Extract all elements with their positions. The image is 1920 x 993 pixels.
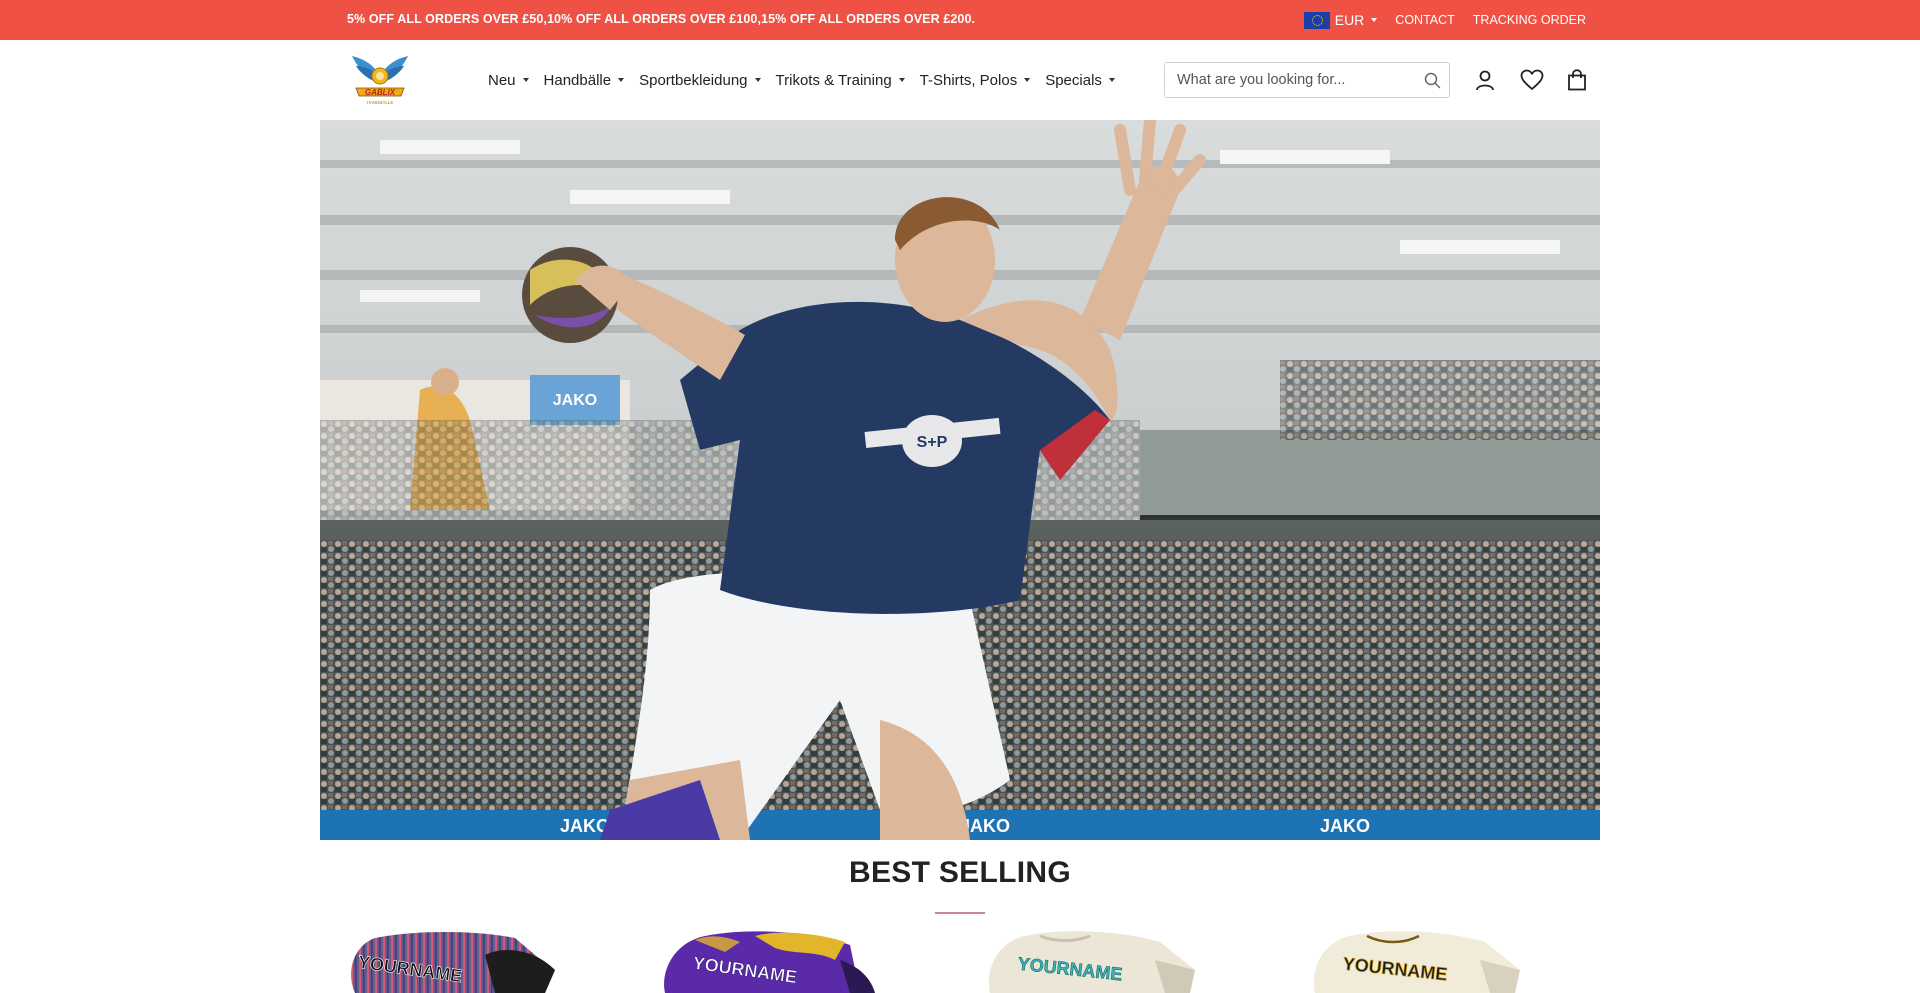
currency-label: EUR bbox=[1334, 12, 1365, 28]
cart-button[interactable] bbox=[1564, 67, 1590, 93]
product-card[interactable]: YOURNAME bbox=[980, 930, 1280, 993]
chevron-down-icon bbox=[618, 78, 625, 82]
nav-item-label: Sportbekleidung bbox=[639, 71, 748, 89]
nav-item-label: Trikots & Training bbox=[775, 71, 892, 89]
product-card[interactable]: YOURNAME bbox=[655, 930, 955, 993]
search-button[interactable] bbox=[1415, 63, 1449, 97]
site-logo[interactable]: GABLIX HANDBÄLLE bbox=[350, 54, 410, 108]
product-card[interactable]: YOURNAME bbox=[335, 930, 635, 993]
shirt-print: S+P bbox=[917, 434, 948, 451]
best-selling-title: BEST SELLING bbox=[849, 856, 1071, 889]
chevron-down-icon bbox=[754, 78, 761, 82]
title-underline bbox=[935, 912, 985, 914]
promo-bar: 5% OFF ALL ORDERS OVER £50,10% OFF ALL O… bbox=[0, 0, 1920, 40]
nav-item-handbaelle[interactable]: Handbälle bbox=[544, 72, 625, 89]
nav-item-sportbekleidung[interactable]: Sportbekleidung bbox=[639, 71, 761, 89]
chevron-down-icon bbox=[898, 78, 905, 82]
promo-text: 5% OFF ALL ORDERS OVER £50,10% OFF ALL O… bbox=[347, 12, 976, 26]
nav-item-label: Handbälle bbox=[543, 71, 612, 89]
user-icon bbox=[1476, 70, 1494, 91]
logo-subtitle: HANDBÄLLE bbox=[367, 99, 394, 105]
product-image: YOURNAME bbox=[351, 932, 555, 993]
product-image: YOURNAME bbox=[988, 931, 1195, 993]
wishlist-button[interactable] bbox=[1519, 67, 1545, 93]
account-button[interactable] bbox=[1472, 67, 1498, 93]
chevron-down-icon bbox=[522, 78, 529, 82]
search-box bbox=[1164, 62, 1450, 98]
chevron-down-icon bbox=[1108, 78, 1115, 82]
utility-links: EUR CONTACT TRACKING ORDER bbox=[1303, 0, 1586, 40]
main-nav: Neu Handbälle Sportbekleidung Trikots & … bbox=[488, 40, 1115, 120]
site-header: GABLIX HANDBÄLLE Neu Handbälle Sportbekl… bbox=[0, 40, 1920, 120]
nav-item-trikots-training[interactable]: Trikots & Training bbox=[776, 72, 905, 89]
chevron-down-icon bbox=[1024, 78, 1031, 82]
chevron-down-icon bbox=[1371, 18, 1378, 22]
nav-item-label: T-Shirts, Polos bbox=[919, 71, 1018, 89]
bag-icon bbox=[1568, 69, 1586, 91]
product-image: YOURNAME bbox=[664, 931, 875, 993]
currency-selector[interactable]: EUR bbox=[1303, 11, 1378, 29]
nav-item-label: Neu bbox=[488, 71, 516, 89]
nav-item-specials[interactable]: Specials bbox=[1045, 72, 1115, 89]
nav-item-label: Specials bbox=[1045, 71, 1102, 89]
product-image: YOURNAME bbox=[1313, 931, 1520, 993]
search-icon bbox=[1424, 72, 1440, 88]
tracking-order-link[interactable]: TRACKING ORDER bbox=[1473, 13, 1586, 27]
hero-poster-brand: JAKO bbox=[553, 392, 597, 409]
nav-item-neu[interactable]: Neu bbox=[488, 72, 529, 89]
product-grid: YOURNAME YOURNAME YOURNAME YOURNAME bbox=[320, 930, 1600, 993]
heart-icon bbox=[1520, 69, 1544, 90]
product-card[interactable]: YOURNAME bbox=[1305, 930, 1605, 993]
logo-wordmark: GABLIX bbox=[365, 88, 396, 97]
contact-link[interactable]: CONTACT bbox=[1395, 13, 1455, 27]
eu-flag-icon bbox=[1303, 11, 1330, 29]
ad-board-text-3: JAKO bbox=[1320, 816, 1370, 836]
search-input[interactable] bbox=[1165, 63, 1415, 97]
hero-image: JAKO JAKO JAKO JAKO S+P bbox=[320, 120, 1600, 840]
nav-item-tshirts-polos[interactable]: T-Shirts, Polos bbox=[920, 72, 1031, 89]
hero-banner[interactable]: JAKO JAKO JAKO JAKO S+P bbox=[320, 120, 1600, 840]
